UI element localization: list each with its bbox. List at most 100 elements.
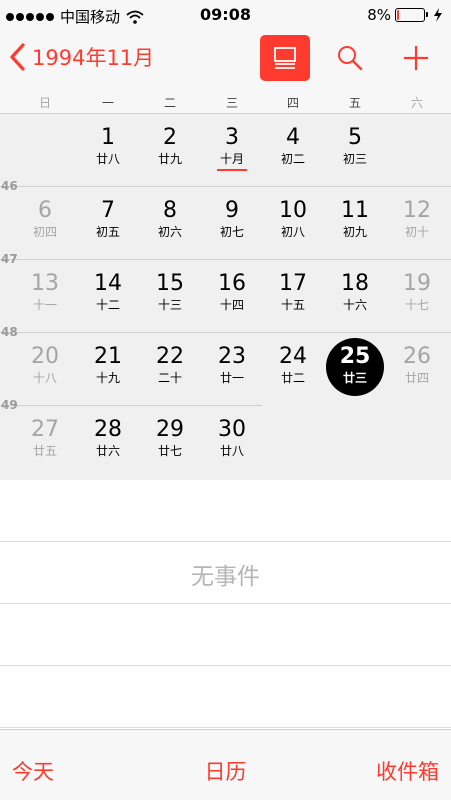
- day-number: 19: [403, 271, 431, 296]
- day-cell[interactable]: 6 初四: [14, 189, 76, 249]
- battery-percent: 8%: [367, 6, 391, 24]
- day-number: 10: [279, 198, 307, 223]
- lunar-date: 二十: [157, 371, 182, 385]
- day-number: 11: [341, 198, 369, 223]
- weekday-label: 六: [410, 96, 423, 110]
- day-cell[interactable]: 9 初七: [201, 189, 263, 249]
- back-to-month-button[interactable]: 1994年11月: [8, 42, 154, 72]
- day-number: 9: [225, 198, 239, 223]
- list-view-icon: [274, 47, 296, 69]
- day-number: 5: [348, 125, 362, 150]
- lunar-date: 十二: [95, 298, 120, 312]
- day-number: 17: [279, 271, 307, 296]
- lunar-date: 廿五: [32, 444, 57, 458]
- day-cell[interactable]: 4 初二: [262, 116, 324, 176]
- day-cell[interactable]: 8 初六: [139, 189, 201, 249]
- day-cell[interactable]: 18 十六: [324, 262, 386, 322]
- day-cell[interactable]: 26 廿四: [386, 335, 448, 395]
- day-cell[interactable]: 24 廿二: [262, 335, 324, 395]
- lunar-date: 十九: [95, 371, 120, 385]
- day-cell[interactable]: 10 初八: [262, 189, 324, 249]
- add-event-button[interactable]: [395, 37, 437, 79]
- lunar-date: 廿二: [280, 371, 305, 385]
- day-cell[interactable]: 22 二十: [139, 335, 201, 395]
- weekday-label: 一: [101, 96, 114, 110]
- day-number: 16: [218, 271, 246, 296]
- day-number: 26: [403, 344, 431, 369]
- divider: [0, 727, 451, 728]
- day-number: 8: [163, 198, 177, 223]
- day-number: 21: [94, 344, 122, 369]
- status-right: 8%: [367, 6, 443, 24]
- day-cell[interactable]: 16 十四: [201, 262, 263, 322]
- lunar-date: 初五: [95, 225, 120, 239]
- tab-bar: 今天 日历 收件箱: [0, 729, 451, 800]
- weekday-header: 日一二三四五六: [0, 90, 451, 114]
- day-number: 20: [31, 344, 59, 369]
- day-cell[interactable]: 28 廿六: [77, 408, 139, 468]
- day-number: 23: [218, 344, 246, 369]
- day-cell[interactable]: 14 十二: [77, 262, 139, 322]
- day-number: 15: [156, 271, 184, 296]
- day-number: 13: [31, 271, 59, 296]
- lunar-date: 廿八: [95, 152, 120, 166]
- day-cell[interactable]: 17 十五: [262, 262, 324, 322]
- day-cell[interactable]: 5 初三: [324, 116, 386, 176]
- day-number: 14: [94, 271, 122, 296]
- day-cell[interactable]: 11 初九: [324, 189, 386, 249]
- lunar-date: 初二: [280, 152, 305, 166]
- lunar-date: 廿八: [219, 444, 244, 458]
- day-number: 27: [31, 417, 59, 442]
- day-number: 1: [101, 125, 115, 150]
- day-cell[interactable]: 19 十七: [386, 262, 448, 322]
- lunar-date: 廿九: [157, 152, 182, 166]
- day-cell[interactable]: 15 十三: [139, 262, 201, 322]
- day-cell[interactable]: 21 十九: [77, 335, 139, 395]
- day-cell[interactable]: 7 初五: [77, 189, 139, 249]
- lunar-date: 十六: [342, 298, 367, 312]
- lunar-date: 十月: [219, 152, 244, 166]
- list-view-button[interactable]: [260, 35, 310, 81]
- search-button[interactable]: [330, 37, 370, 79]
- day-number: 7: [101, 198, 115, 223]
- week-divider: [0, 259, 451, 260]
- selected-day-cell[interactable]: 25 廿三: [324, 335, 386, 396]
- lunar-date: 十八: [32, 371, 57, 385]
- divider: [0, 665, 451, 666]
- day-number: 18: [341, 271, 369, 296]
- weekday-label: 日: [38, 96, 51, 110]
- day-cell[interactable]: 2 廿九: [139, 116, 201, 176]
- weekday-label: 五: [348, 96, 361, 110]
- day-cell[interactable]: 1 廿八: [77, 116, 139, 176]
- events-list: 无事件: [0, 480, 451, 729]
- day-cell[interactable]: 13 十一: [14, 262, 76, 322]
- lunar-date: 廿一: [219, 371, 244, 385]
- day-cell[interactable]: 3 十月: [201, 116, 263, 176]
- day-cell[interactable]: 23 廿一: [201, 335, 263, 395]
- day-cell[interactable]: 29 廿七: [139, 408, 201, 468]
- add-icon: [404, 46, 428, 70]
- divider: [0, 541, 451, 542]
- day-cell[interactable]: 30 廿八: [201, 408, 263, 468]
- lunar-date: 初九: [342, 225, 367, 239]
- day-cell[interactable]: 27 廿五: [14, 408, 76, 468]
- charging-bolt-icon: [434, 8, 442, 22]
- lunar-date: 初八: [280, 225, 305, 239]
- lunar-date: 廿三: [342, 371, 367, 385]
- day-cell[interactable]: 12 初十: [386, 189, 448, 249]
- day-cell[interactable]: 20 十八: [14, 335, 76, 395]
- battery-level-fill: [397, 10, 399, 20]
- day-number: 25: [339, 344, 371, 369]
- nav-bar: 1994年11月: [0, 30, 451, 90]
- day-number: 28: [94, 417, 122, 442]
- lunar-date: 廿七: [157, 444, 182, 458]
- lunar-date: 初十: [404, 225, 429, 239]
- divider: [0, 603, 451, 604]
- inbox-button[interactable]: 收件箱: [376, 756, 439, 786]
- day-number: 4: [286, 125, 300, 150]
- week-divider: [0, 186, 451, 187]
- day-number: 29: [156, 417, 184, 442]
- search-icon: [338, 46, 363, 71]
- weekday-label: 四: [286, 96, 299, 110]
- lunar-month-marker: [217, 169, 247, 171]
